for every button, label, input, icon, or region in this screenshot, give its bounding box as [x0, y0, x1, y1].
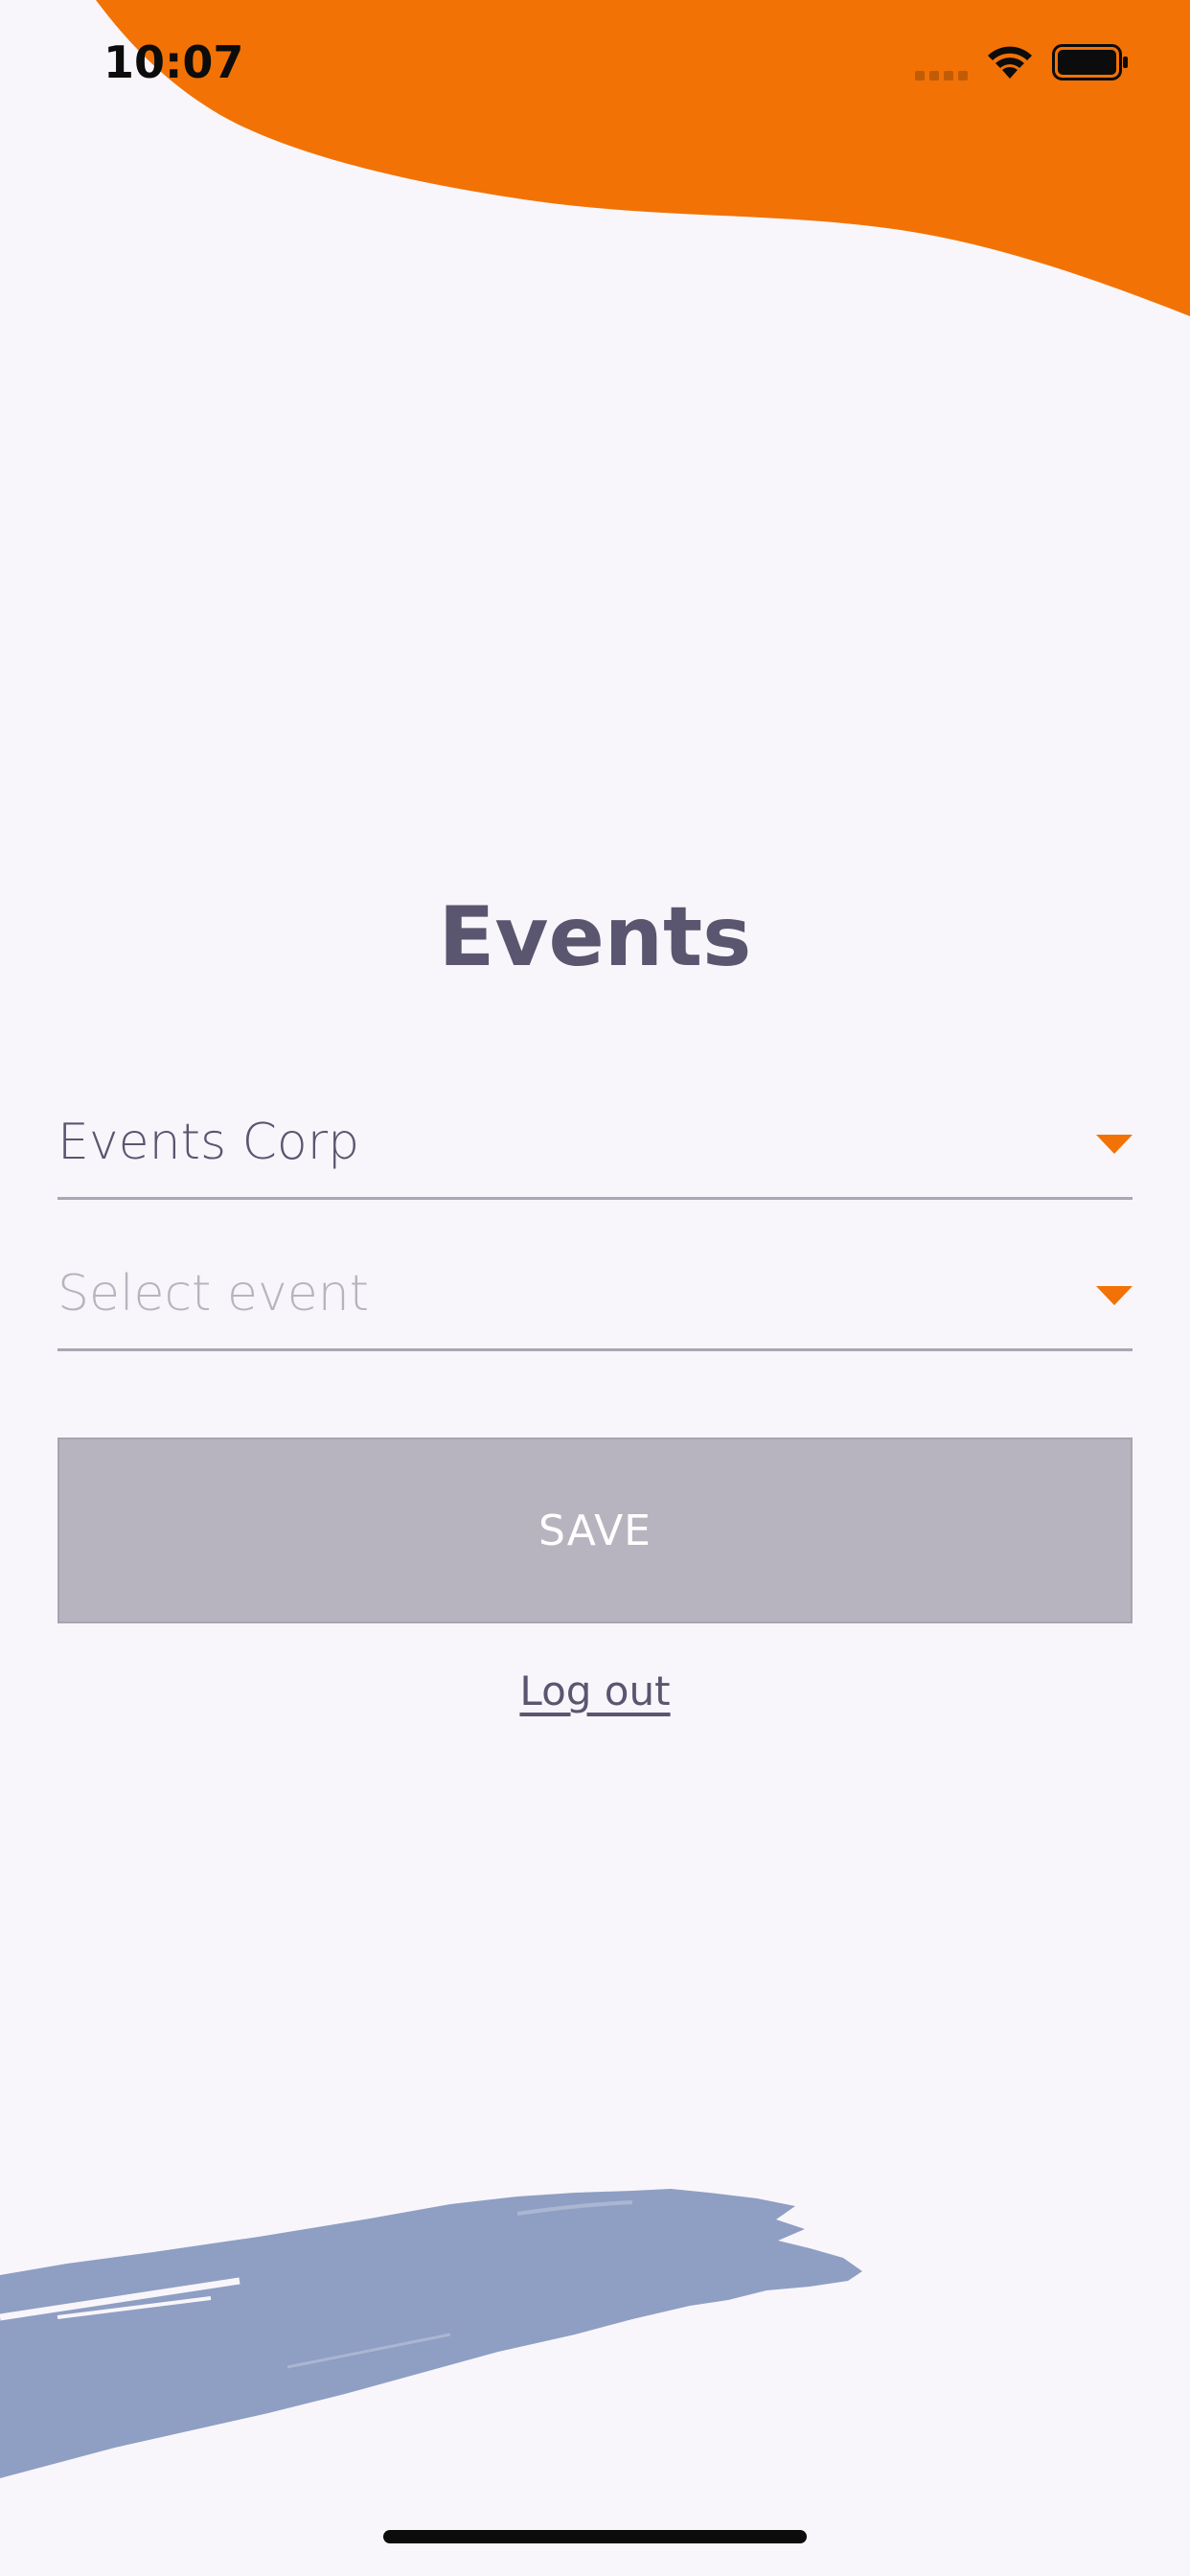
battery-icon	[1052, 44, 1128, 80]
save-button[interactable]: SAVE	[57, 1438, 1133, 1623]
organization-select[interactable]: Events Corp	[57, 1112, 1133, 1200]
event-select[interactable]: Select event	[57, 1263, 1133, 1351]
login-event-screen: 10:07 Events Events Corp Select event SA…	[0, 0, 1190, 2576]
status-bar: 10:07	[0, 0, 1190, 134]
caret-down-icon	[1096, 1135, 1133, 1154]
cellular-signal-icon	[915, 71, 968, 80]
logout-link[interactable]: Log out	[0, 1666, 1190, 1717]
home-indicator[interactable]	[383, 2530, 807, 2543]
caret-down-icon	[1096, 1286, 1133, 1305]
event-select-placeholder: Select event	[57, 1265, 370, 1322]
page-title: Events	[438, 889, 752, 985]
wifi-icon	[988, 46, 1032, 79]
bottom-brush-stroke	[0, 2189, 862, 2478]
status-time: 10:07	[103, 36, 244, 88]
organization-select-value: Events Corp	[57, 1114, 360, 1171]
